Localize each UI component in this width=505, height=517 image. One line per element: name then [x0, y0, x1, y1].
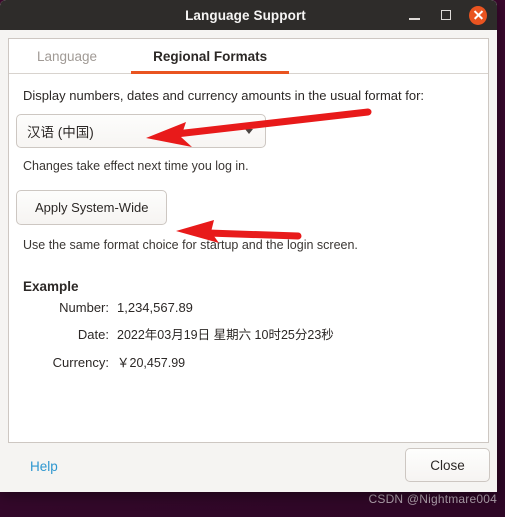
help-link[interactable]: Help	[30, 459, 58, 474]
example-row-date: Date: 2022年03月19日 星期六 10时25分23秒	[23, 324, 474, 343]
tab-language-label: Language	[37, 48, 98, 64]
close-icon	[469, 5, 487, 25]
tab-strip: Language Regional Formats	[9, 39, 488, 74]
maximize-icon	[441, 10, 451, 20]
tab-language[interactable]: Language	[9, 39, 125, 73]
example-number-label: Number:	[59, 300, 109, 315]
locale-dropdown[interactable]: 汉语 (中国)	[16, 114, 266, 148]
close-button[interactable]: Close	[405, 448, 490, 482]
window-title: Language Support	[185, 7, 306, 23]
minimize-icon	[408, 17, 420, 20]
window-titlebar: Language Support	[0, 0, 497, 30]
example-date-value: 2022年03月19日 星期六 10时25分23秒	[117, 328, 334, 342]
example-title: Example	[23, 279, 79, 294]
desktop-background: CSDN @Nightmare004 Language Support Lang…	[0, 0, 505, 517]
window-controls	[405, 5, 497, 25]
apply-system-wide-button[interactable]: Apply System-Wide	[16, 190, 168, 225]
example-row-number: Number: 1,234,567.89	[23, 300, 474, 315]
example-number-value: 1,234,567.89	[117, 300, 193, 315]
example-section: Example Number: 1,234,567.89 Date: 2022年…	[9, 279, 488, 371]
tab-regional-formats[interactable]: Regional Formats	[125, 39, 295, 74]
dialog-footer: Help Close	[0, 443, 497, 492]
maximize-button[interactable]	[437, 6, 455, 24]
example-currency-value: ￥20,457.99	[117, 356, 186, 370]
tab-regional-formats-label: Regional Formats	[153, 48, 268, 64]
minimize-button[interactable]	[405, 6, 423, 24]
notebook-panel: Language Regional Formats Display number…	[8, 38, 489, 443]
chevron-down-icon	[245, 128, 253, 134]
example-date-label: Date:	[77, 327, 109, 342]
apply-hint-text: Use the same format choice for startup a…	[23, 238, 358, 252]
intro-text: Display numbers, dates and currency amou…	[23, 88, 425, 103]
example-currency-label: Currency:	[52, 355, 109, 370]
language-support-window: Language Support Language Regional Forma…	[0, 0, 497, 492]
locale-dropdown-value: 汉语 (中国)	[27, 125, 94, 140]
locale-hint-text: Changes take effect next time you log in…	[23, 159, 249, 173]
close-window-button[interactable]	[469, 5, 487, 25]
watermark-text: CSDN @Nightmare004	[368, 492, 497, 506]
regional-formats-page: Display numbers, dates and currency amou…	[9, 74, 488, 443]
example-row-currency: Currency: ￥20,457.99	[23, 352, 474, 371]
